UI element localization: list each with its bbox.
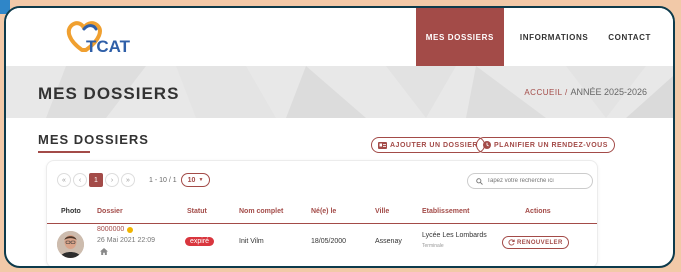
page-title: MES DOSSIERS (38, 84, 180, 103)
main-nav: MES DOSSIERS INFORMATIONS CONTACT (415, 8, 673, 66)
dossiers-table-card: « ‹ 1 › » 1 - 10 / 1 10 ▼ Photo Dossier … (46, 160, 598, 266)
logo-text: TCAT (86, 37, 131, 56)
col-dossier[interactable]: Dossier (97, 208, 123, 215)
section-title: MES DOSSIERS (38, 132, 149, 147)
breadcrumb-current: ANNÉE 2025-2026 (570, 87, 647, 97)
brand-logo[interactable]: TCAT (62, 20, 152, 58)
current-page[interactable]: 1 (89, 173, 103, 187)
col-statut[interactable]: Statut (187, 208, 207, 215)
clock-icon (483, 141, 491, 149)
table-header: Photo Dossier Statut Nom complet Né(e) l… (47, 203, 597, 224)
first-page-button[interactable]: « (57, 173, 71, 187)
search-box[interactable] (467, 173, 593, 189)
nav-contact[interactable]: CONTACT (598, 8, 673, 66)
breadcrumb: ACCUEIL / ANNÉE 2025-2026 (524, 87, 647, 97)
pagination: « ‹ 1 › » 1 - 10 / 1 10 ▼ (57, 173, 211, 187)
site-header: TCAT MES DOSSIERS INFORMATIONS CONTACT (6, 8, 673, 66)
home-icon[interactable] (100, 248, 108, 255)
plan-appointment-button[interactable]: PLANIFIER UN RENDEZ-VOUS (476, 137, 615, 153)
plan-appointment-label: PLANIFIER UN RENDEZ-VOUS (494, 141, 608, 149)
add-dossier-label: AJOUTER UN DOSSIER (390, 141, 478, 149)
page-size-select[interactable]: 10 ▼ (180, 173, 211, 187)
search-input[interactable] (487, 178, 577, 184)
breadcrumb-separator: / (564, 88, 568, 97)
nav-informations[interactable]: INFORMATIONS (510, 8, 598, 66)
caret-down-icon: ▼ (198, 177, 204, 183)
add-dossier-button[interactable]: AJOUTER UN DOSSIER (371, 137, 485, 153)
pending-dot-icon (127, 227, 133, 233)
avatar (57, 231, 84, 258)
birth-date: 18/05/2000 (311, 238, 347, 245)
col-ne-le[interactable]: Né(e) le (311, 208, 336, 215)
dossier-id[interactable]: 8000000 (97, 226, 124, 233)
school-level: Terminale (422, 243, 444, 249)
school-name: Lycée Les Lombards (422, 232, 487, 239)
refresh-icon (508, 239, 515, 246)
col-nom-complet[interactable]: Nom complet (239, 208, 283, 215)
col-ville[interactable]: Ville (375, 208, 389, 215)
renew-button[interactable]: RENOUVELER (502, 236, 569, 249)
next-page-button[interactable]: › (105, 173, 119, 187)
city: Assenay (375, 238, 402, 245)
full-name: Init Vilm (239, 238, 264, 245)
prev-page-button[interactable]: ‹ (73, 173, 87, 187)
last-page-button[interactable]: » (121, 173, 135, 187)
renew-label: RENOUVELER (517, 239, 563, 246)
search-icon (476, 177, 483, 185)
section-underline (38, 151, 90, 153)
col-actions: Actions (525, 208, 551, 215)
id-card-icon (378, 141, 387, 149)
pagination-info: 1 - 10 / 1 (149, 176, 177, 184)
dossier-date: 26 Mai 2021 22:09 (97, 237, 155, 244)
col-photo: Photo (61, 208, 81, 215)
browser-frame: TCAT MES DOSSIERS INFORMATIONS CONTACT M… (4, 6, 675, 268)
status-badge: expiré (185, 237, 215, 246)
table-row[interactable]: 8000000 26 Mai 2021 22:09 expiré Init Vi… (47, 224, 597, 266)
col-etablissement[interactable]: Etablissement (422, 208, 469, 215)
nav-mes-dossiers[interactable]: MES DOSSIERS (415, 8, 504, 66)
page-size-value: 10 (187, 176, 196, 184)
breadcrumb-home[interactable]: ACCUEIL (524, 88, 562, 97)
